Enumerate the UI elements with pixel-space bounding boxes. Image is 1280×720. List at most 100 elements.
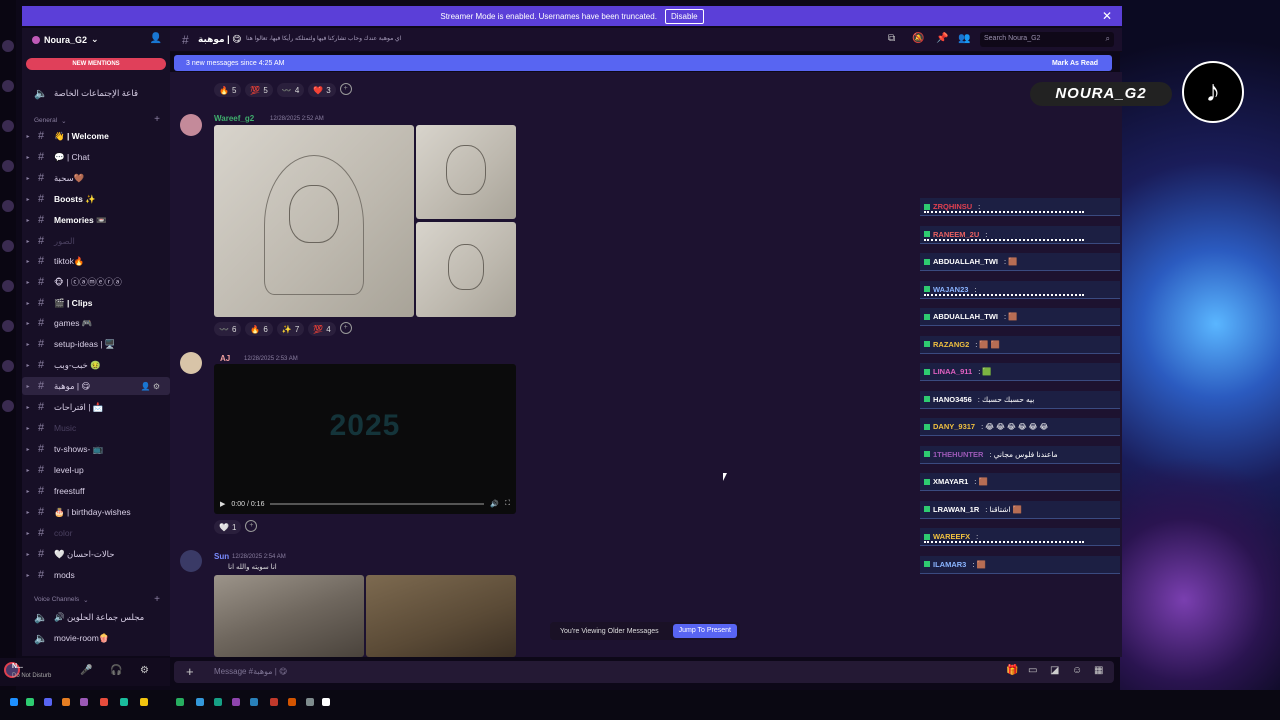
- channel-item[interactable]: ▸ # color: [22, 524, 170, 542]
- mark-as-read-button[interactable]: Mark As Read: [1052, 60, 1098, 67]
- channel-settings-icon[interactable]: 👤 ⚙: [141, 382, 160, 391]
- channel-item[interactable]: ▸ # 🎬 | Clips: [22, 294, 170, 312]
- reaction-pill[interactable]: 〰️ 6: [214, 322, 242, 336]
- attachment-image[interactable]: [416, 222, 516, 317]
- server-icon[interactable]: [2, 160, 14, 172]
- channel-item[interactable]: ▸ # 🎂 | birthday-wishes: [22, 503, 170, 521]
- taskbar-icon[interactable]: [80, 698, 88, 706]
- server-icon[interactable]: [2, 40, 14, 52]
- avatar[interactable]: [180, 114, 202, 136]
- server-icon[interactable]: [2, 320, 14, 332]
- taskbar-icon[interactable]: [270, 698, 278, 706]
- channel-topic[interactable]: اي موهبة عندك وحاب تشاركنا فيها ولتمتلكه…: [246, 35, 401, 42]
- search-input[interactable]: Search Noura_G2 ⌕: [980, 32, 1114, 47]
- avatar[interactable]: [180, 352, 202, 374]
- channel-item[interactable]: ▸ # mods: [22, 566, 170, 584]
- channel-item[interactable]: ▸ # 👋 | Welcome: [22, 127, 170, 145]
- channel-item[interactable]: ▸ # اقتراحات | 📩: [22, 398, 170, 416]
- attachment-image[interactable]: [366, 575, 516, 657]
- channel-item[interactable]: ▸ # tv-shows- 📺: [22, 440, 170, 458]
- taskbar-icon[interactable]: [26, 698, 34, 706]
- gif-icon[interactable]: ▭: [1028, 665, 1037, 676]
- category-voice[interactable]: Voice Channels ⌄: [34, 596, 89, 604]
- reaction-pill[interactable]: 🔥 5: [214, 83, 242, 97]
- channel-item[interactable]: ▸ # Memories 📼: [22, 211, 170, 229]
- apps-icon[interactable]: ▦: [1094, 665, 1103, 676]
- add-reaction-icon[interactable]: +: [245, 520, 258, 532]
- bell-muted-icon[interactable]: 🔕: [912, 33, 924, 44]
- disable-button[interactable]: Disable: [664, 8, 704, 24]
- sticker-icon[interactable]: ◪: [1050, 665, 1059, 676]
- reaction-pill[interactable]: ✨ 7: [276, 322, 305, 336]
- server-icon[interactable]: [2, 280, 14, 292]
- taskbar-icon[interactable]: [100, 698, 108, 706]
- pinned-channel[interactable]: 🔈 قاعة الإجتماعات الخاصة: [22, 84, 170, 102]
- channel-item[interactable]: ▸ # الصور: [22, 232, 170, 250]
- channel-item[interactable]: ▸ # سحبة🤎: [22, 169, 170, 187]
- channel-item[interactable]: ▸ # setup-ideas | 🖥️: [22, 335, 170, 353]
- reaction-pill[interactable]: ❤️ 3: [308, 83, 336, 97]
- channel-item[interactable]: ▸ # خبب-وبب 🤢: [22, 356, 170, 374]
- message-author[interactable]: Sun: [214, 552, 229, 561]
- members-icon[interactable]: 👥: [958, 33, 970, 44]
- new-messages-bar[interactable]: 3 new messages since 4:25 AM Mark As Rea…: [174, 55, 1112, 71]
- server-icon[interactable]: [2, 240, 14, 252]
- channel-item[interactable]: ▸ # games 🎮: [22, 314, 170, 332]
- threads-icon[interactable]: ⧉: [888, 33, 895, 44]
- taskbar-icon[interactable]: [196, 698, 204, 706]
- server-icon[interactable]: [2, 360, 14, 372]
- add-reaction-icon[interactable]: +: [339, 83, 352, 95]
- add-reaction-icon[interactable]: +: [339, 322, 352, 334]
- headphones-icon[interactable]: 🎧: [110, 665, 122, 676]
- server-header[interactable]: Noura_G2 ⌄: [32, 34, 99, 45]
- channel-item[interactable]: ▸ # Music: [22, 419, 170, 437]
- category-general[interactable]: General ⌄: [34, 117, 67, 125]
- taskbar-icon[interactable]: [44, 698, 52, 706]
- add-attachment-icon[interactable]: +: [186, 664, 194, 679]
- server-icon[interactable]: [2, 400, 14, 412]
- add-member-icon[interactable]: 👤: [150, 33, 162, 44]
- voice-channel-item[interactable]: 🔈 movie-room🍿: [22, 629, 170, 647]
- add-channel-icon[interactable]: +: [154, 114, 160, 125]
- message-author[interactable]: AJ: [220, 354, 230, 363]
- server-icon[interactable]: [2, 80, 14, 92]
- channel-item[interactable]: ▸ # tiktok🔥: [22, 252, 170, 270]
- server-icon[interactable]: [2, 120, 14, 132]
- channel-item[interactable]: ▸ # 🤍 حالات-احسان: [22, 545, 170, 563]
- video-player[interactable]: 2025 ▶ 0:00 / 0:16 🔊 ⛶: [214, 364, 516, 514]
- channel-item[interactable]: ▸ # level-up: [22, 461, 170, 479]
- reaction-pill[interactable]: 🔥 6: [245, 322, 273, 336]
- attachment-image[interactable]: [416, 125, 516, 219]
- new-mentions-pill[interactable]: NEW MENTIONS: [26, 58, 166, 70]
- microphone-icon[interactable]: 🎤: [80, 665, 92, 676]
- video-seekbar[interactable]: [270, 503, 485, 505]
- close-icon[interactable]: ✕: [1102, 9, 1112, 23]
- taskbar-icon[interactable]: [176, 698, 184, 706]
- emoji-icon[interactable]: ☺: [1072, 665, 1082, 676]
- reaction-pill[interactable]: 〰️ 4: [276, 83, 305, 97]
- taskbar-icon[interactable]: [288, 698, 296, 706]
- taskbar-icon[interactable]: [62, 698, 70, 706]
- avatar[interactable]: [180, 550, 202, 572]
- taskbar-icon[interactable]: [250, 698, 258, 706]
- channel-item[interactable]: ▸ # Boosts ✨: [22, 190, 170, 208]
- taskbar-icon[interactable]: [120, 698, 128, 706]
- play-icon[interactable]: ▶: [220, 500, 225, 508]
- volume-icon[interactable]: 🔊: [490, 500, 499, 508]
- reaction-pill[interactable]: 💯 4: [308, 322, 336, 336]
- taskbar-icon[interactable]: [214, 698, 222, 706]
- message-composer[interactable]: + Message #موهبة | 😋 🎁 ▭ ◪ ☺ ▦: [174, 661, 1114, 683]
- jump-to-present-button[interactable]: Jump To Present: [672, 624, 737, 638]
- add-voice-channel-icon[interactable]: +: [154, 594, 160, 605]
- taskbar-icon[interactable]: [306, 698, 314, 706]
- channel-item[interactable]: ▸ # موهبة | 😋 👤 ⚙: [22, 377, 170, 395]
- attachment-image[interactable]: [214, 575, 364, 657]
- taskbar-icon[interactable]: [322, 698, 330, 706]
- message-author[interactable]: Wareef_g2: [214, 114, 254, 123]
- taskbar-icon[interactable]: [232, 698, 240, 706]
- channel-item[interactable]: ▸ # 💬 | Chat: [22, 148, 170, 166]
- attachment-image[interactable]: [214, 125, 414, 317]
- gift-icon[interactable]: 🎁: [1006, 665, 1018, 676]
- reaction-pill[interactable]: 💯 5: [245, 83, 273, 97]
- pin-icon[interactable]: 📌: [936, 33, 948, 44]
